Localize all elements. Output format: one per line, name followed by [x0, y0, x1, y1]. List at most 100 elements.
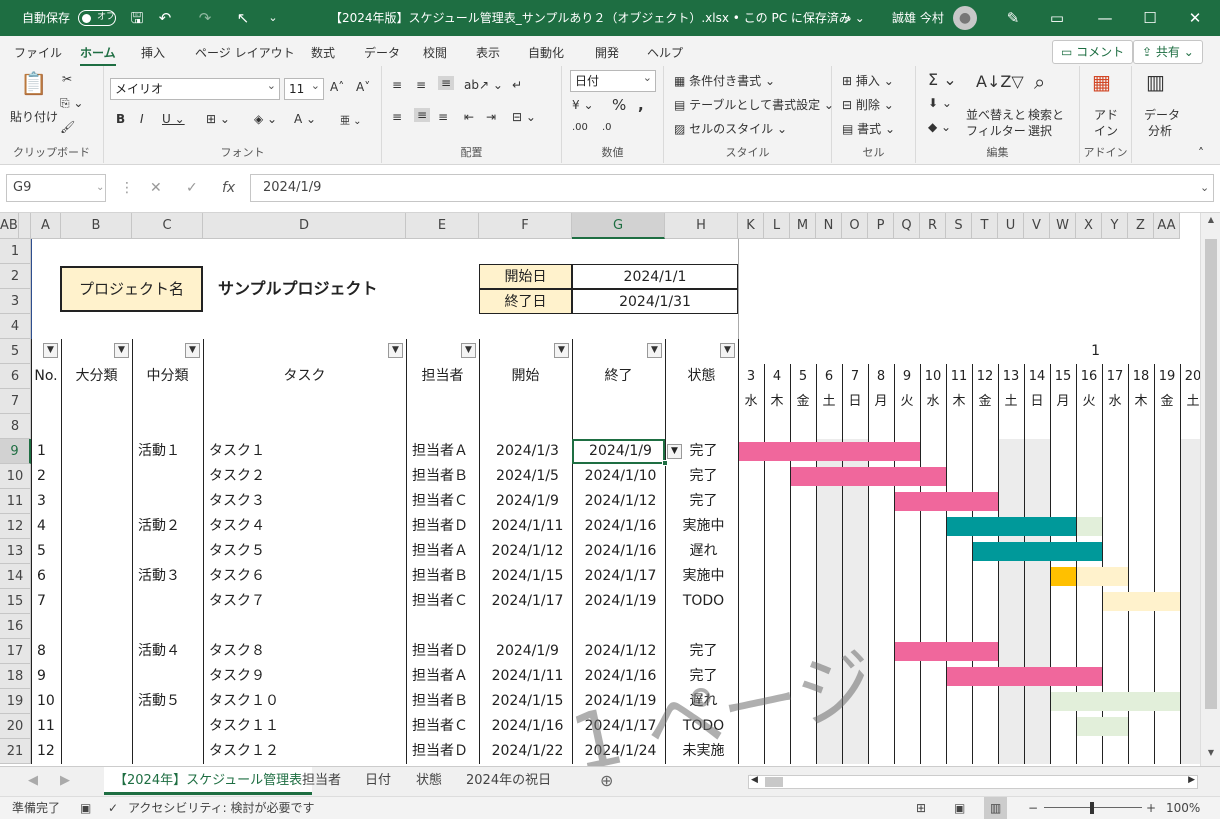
- column-header-Z[interactable]: Z: [1128, 213, 1154, 239]
- task-end-cell[interactable]: 2024/1/10: [578, 464, 663, 489]
- row-header-11[interactable]: 11: [0, 489, 31, 514]
- task-status-cell[interactable]: 完了: [671, 464, 736, 489]
- number-format-select[interactable]: 日付: [570, 68, 656, 92]
- find-select-label1[interactable]: 検索と: [1028, 106, 1064, 123]
- column-header-W[interactable]: W: [1050, 213, 1076, 239]
- task-start-cell[interactable]: 2024/1/17: [485, 589, 570, 614]
- task-mid-cell[interactable]: [138, 739, 201, 764]
- user-name[interactable]: 誠雄 今村: [892, 0, 944, 36]
- sort-filter-icon[interactable]: A↓Z▽: [976, 72, 1024, 91]
- task-no-cell[interactable]: 6: [37, 564, 59, 589]
- comma-icon[interactable]: ,: [638, 96, 644, 114]
- task-owner-cell[interactable]: 担当者Ｄ: [412, 739, 477, 764]
- task-start-cell[interactable]: 2024/1/9: [485, 639, 570, 664]
- row-header-4[interactable]: 4: [0, 314, 31, 339]
- task-no-cell[interactable]: 8: [37, 639, 59, 664]
- shrink-font-icon[interactable]: A˅: [356, 80, 370, 94]
- autosum-icon[interactable]: Σ ⌄: [928, 70, 957, 89]
- page-break-view-icon[interactable]: ▥: [984, 797, 1008, 819]
- collapse-ribbon-icon[interactable]: ˄: [1198, 146, 1204, 160]
- selected-cell-g9[interactable]: [572, 439, 665, 464]
- task-end-cell[interactable]: 2024/1/19: [578, 589, 663, 614]
- sheet-tab-date[interactable]: 日付: [355, 767, 401, 795]
- align-bottom-icon[interactable]: ≡: [438, 76, 455, 90]
- vertical-scroll-thumb[interactable]: [1205, 239, 1217, 709]
- font-color-icon[interactable]: A ⌄: [294, 112, 316, 126]
- task-owner-cell[interactable]: 担当者Ａ: [412, 539, 477, 564]
- task-no-cell[interactable]: 2: [37, 464, 59, 489]
- redo-icon[interactable]: ↷: [190, 0, 220, 36]
- column-header-E[interactable]: E: [406, 213, 479, 239]
- clear-icon[interactable]: ◆ ⌄: [928, 120, 951, 134]
- comment-button[interactable]: ▭ コメント: [1052, 40, 1134, 64]
- column-header-C[interactable]: C: [132, 213, 203, 239]
- task-task-cell[interactable]: タスク２: [209, 464, 404, 489]
- row-header-16[interactable]: 16: [0, 614, 31, 639]
- format-painter-icon[interactable]: 🖌: [60, 120, 75, 134]
- user-avatar[interactable]: ●: [953, 6, 977, 30]
- expand-formula-icon[interactable]: ⌄: [1200, 174, 1209, 202]
- tab-home[interactable]: ホーム: [80, 44, 116, 67]
- align-middle-icon[interactable]: ≡: [416, 78, 426, 92]
- column-header-B[interactable]: B: [61, 213, 132, 239]
- task-task-cell[interactable]: タスク１０: [209, 689, 404, 714]
- column-header-A[interactable]: A: [31, 213, 61, 239]
- scroll-down-icon[interactable]: ▼: [1204, 748, 1218, 764]
- task-owner-cell[interactable]: 担当者Ｄ: [412, 639, 477, 664]
- row-header-17[interactable]: 17: [0, 639, 31, 664]
- font-size-select[interactable]: 11: [284, 76, 324, 100]
- task-owner-cell[interactable]: 担当者Ｃ: [412, 589, 477, 614]
- share-button[interactable]: ⇪ 共有 ⌄: [1133, 40, 1203, 64]
- grow-font-icon[interactable]: A˄: [330, 80, 344, 94]
- autosave-toggle[interactable]: オフ: [78, 10, 116, 26]
- paste-icon[interactable]: 📋: [20, 72, 47, 97]
- column-header-Q[interactable]: Q: [894, 213, 920, 239]
- delete-cells-button[interactable]: ⊟ 削除 ⌄: [842, 96, 894, 113]
- enter-icon[interactable]: ✓: [186, 174, 198, 202]
- task-end-cell[interactable]: 2024/1/16: [578, 514, 663, 539]
- sort-filter-label2[interactable]: フィルター: [966, 122, 1026, 139]
- column-header-N[interactable]: N: [816, 213, 842, 239]
- tab-file[interactable]: ファイル: [14, 44, 62, 61]
- find-select-label2[interactable]: 選択: [1028, 122, 1052, 139]
- underline-icon[interactable]: U ⌄: [162, 112, 185, 126]
- zoom-out-icon[interactable]: −: [1028, 797, 1038, 819]
- filter-dropdown-icon[interactable]: ▼: [43, 343, 58, 358]
- window-title[interactable]: 【2024年版】スケジュール管理表_サンプルあり２（オブジェクト）.xlsx •…: [330, 0, 865, 36]
- end-date-value[interactable]: 2024/1/31: [572, 289, 738, 314]
- cancel-icon[interactable]: ✕: [150, 174, 162, 202]
- next-sheet-icon[interactable]: ▶: [50, 767, 80, 795]
- data-analysis-label1[interactable]: データ: [1144, 106, 1180, 123]
- task-task-cell[interactable]: タスク６: [209, 564, 404, 589]
- filter-dropdown-icon[interactable]: ▼: [388, 343, 403, 358]
- column-header-S[interactable]: S: [946, 213, 972, 239]
- phonetic-icon[interactable]: 亜 ⌄: [340, 112, 362, 127]
- task-no-cell[interactable]: 1: [37, 439, 59, 464]
- task-start-cell[interactable]: 2024/1/12: [485, 539, 570, 564]
- column-header-L[interactable]: L: [764, 213, 790, 239]
- row-header-3[interactable]: 3: [0, 289, 31, 314]
- row-header-2[interactable]: 2: [0, 264, 31, 289]
- task-end-cell[interactable]: 2024/1/12: [578, 489, 663, 514]
- row-header-21[interactable]: 21: [0, 739, 31, 764]
- scroll-up-icon[interactable]: ▲: [1204, 215, 1218, 231]
- task-task-cell[interactable]: タスク１２: [209, 739, 404, 764]
- align-center-icon[interactable]: ≡: [414, 108, 431, 122]
- column-header-R[interactable]: R: [920, 213, 946, 239]
- task-mid-cell[interactable]: 活動５: [138, 689, 201, 714]
- row-header-6[interactable]: 6: [0, 364, 31, 389]
- filter-dropdown-icon[interactable]: ▼: [185, 343, 200, 358]
- column-header-U[interactable]: U: [998, 213, 1024, 239]
- filter-dropdown-icon[interactable]: ▼: [554, 343, 569, 358]
- cell-styles-button[interactable]: ▨ セルのスタイル ⌄: [674, 120, 787, 137]
- addins-icon[interactable]: ▦: [1092, 70, 1111, 94]
- vertical-scrollbar[interactable]: ▲ ▼: [1200, 213, 1220, 766]
- scroll-left-icon[interactable]: ◀: [751, 775, 758, 785]
- tab-view[interactable]: 表示: [476, 44, 500, 61]
- format-as-table-button[interactable]: ▤ テーブルとして書式設定 ⌄: [674, 96, 834, 113]
- data-analysis-icon[interactable]: ▥: [1146, 70, 1165, 94]
- decrease-decimal-icon[interactable]: .0: [602, 122, 612, 133]
- task-no-cell[interactable]: 12: [37, 739, 59, 764]
- row-header-13[interactable]: 13: [0, 539, 31, 564]
- task-status-cell[interactable]: 完了: [671, 489, 736, 514]
